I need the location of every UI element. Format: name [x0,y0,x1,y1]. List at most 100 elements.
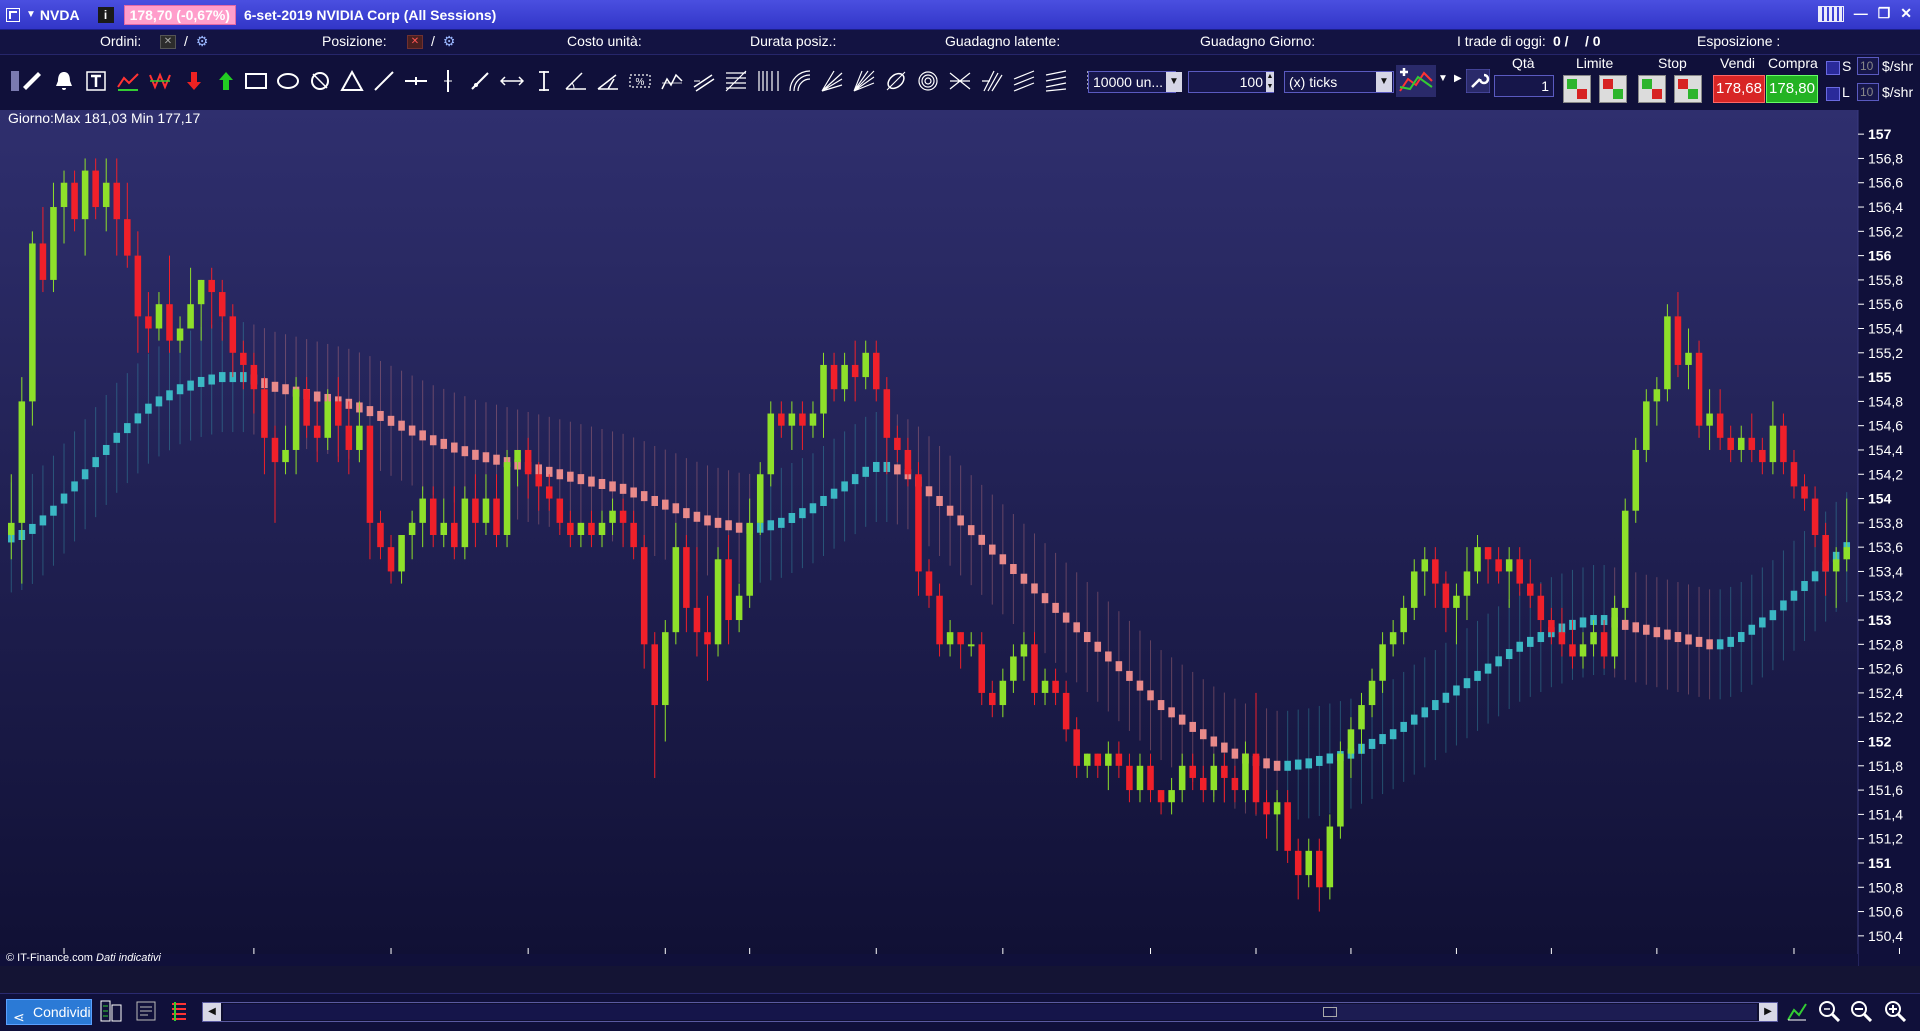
channel-tool-icon[interactable] [692,69,716,93]
fib-angle-tool-icon[interactable] [596,69,620,93]
zigzag-tool-icon[interactable] [148,69,172,93]
y-tick-label: 152,4 [1868,685,1903,701]
ma-point [809,503,817,514]
qty-input[interactable]: 1 [1494,75,1554,97]
limit-buy-button[interactable] [1563,75,1591,103]
stop-buy-button[interactable] [1638,75,1666,103]
horizontal-line-tool-icon[interactable] [404,69,428,93]
arrow-up-icon[interactable] [214,69,238,93]
triangle-tool-icon[interactable] [340,69,364,93]
sell-price-button[interactable]: 178,68 [1713,75,1765,103]
gann-fan-tool-icon[interactable] [852,69,876,93]
fib-retracement-tool-icon[interactable] [724,69,748,93]
scroll-left-icon[interactable]: ◀ [203,1003,221,1021]
fib-fan-tool-icon[interactable] [820,69,844,93]
scroll-thumb[interactable] [1333,1004,1757,1020]
ma-point [1442,692,1450,703]
add-indicator-icon[interactable] [1396,65,1436,97]
ma-point [387,415,395,426]
stop-sell-button[interactable] [1674,75,1702,103]
wrench-icon[interactable] [1465,68,1491,94]
ma-point [1105,651,1112,662]
y-tick-label: 153,8 [1868,515,1903,531]
vertical-line-tool-icon[interactable] [436,69,460,93]
symbol-label[interactable]: NVDA [40,7,80,23]
candle-body [1811,498,1819,535]
text-tool-icon[interactable] [84,69,108,93]
price-range-tool-icon[interactable] [532,69,556,93]
horizontal-scrollbar[interactable]: ◀ ▶ [202,1002,1778,1022]
zoom-in-icon[interactable] [1884,1000,1907,1023]
speed-lines-tool-icon[interactable] [948,69,972,93]
ruler-icon[interactable] [20,69,44,93]
ellipse-channel-tool-icon[interactable] [884,69,908,93]
position-values[interactable]: ✕ / ⚙ [397,33,457,50]
scroll-right-icon[interactable]: ▶ [1759,1003,1777,1021]
info-icon[interactable]: i [97,6,114,23]
pitchfork-tool-icon[interactable] [980,69,1004,93]
bell-icon[interactable] [52,69,76,93]
stepper-icon[interactable]: ▲ ▼ [1266,72,1274,92]
quantity-select[interactable]: 10000 un... [1088,71,1176,93]
minimize-icon[interactable]: — [1854,5,1868,22]
toolbar-grip[interactable] [3,69,19,93]
fib-time-tool-icon[interactable] [756,69,780,93]
limit-sell-button[interactable] [1599,75,1627,103]
extended-line-tool-icon[interactable] [499,69,525,93]
percent-tool-icon[interactable]: % [628,69,652,93]
close-icon[interactable]: ✕ [407,35,423,50]
close-icon[interactable]: ✕ [1900,5,1912,22]
chevron-down-icon[interactable]: ▼ [1438,73,1450,97]
unit-cost-label: Costo unità: [567,33,642,49]
ma-point [1126,670,1133,681]
candle-body [1368,680,1376,706]
parallel-lines-tool-icon[interactable] [1044,69,1068,93]
fib-arc-tool-icon[interactable] [788,69,812,93]
spiral-tool-icon[interactable] [916,69,940,93]
close-icon[interactable]: ✕ [160,35,176,50]
candle-body [1358,705,1365,730]
ellipse-tool-icon[interactable] [276,69,300,93]
l-checkbox[interactable] [1826,87,1840,101]
ticks-value-input[interactable]: 100 [1188,71,1274,93]
trendline-tool-icon[interactable] [372,69,396,93]
chart-tool-icon[interactable] [1786,1000,1808,1022]
keyboard-icon[interactable] [1817,6,1844,22]
candle-body [1210,765,1218,791]
regression-tool-icon[interactable] [1012,69,1036,93]
buy-price-button[interactable]: 178,80 [1766,75,1818,103]
ma-point [398,420,405,431]
s-checkbox[interactable] [1826,61,1840,75]
chart-layout-icon[interactable] [100,1000,122,1022]
s-qty-input[interactable]: 10 [1857,57,1879,75]
wave-tool-icon[interactable] [660,69,684,93]
share-button[interactable]: ⋖ Condividi [6,999,92,1025]
candle-body [1094,753,1102,766]
chart-canvas[interactable]: 157 156,8 156,6 156,4 156,2 156 155,8 155,6 155,… [0,110,1920,966]
circle-tool-icon[interactable] [308,69,332,93]
chevron-down-icon[interactable]: ▼ [1376,72,1392,92]
gear-icon[interactable]: ⚙ [196,34,210,48]
line-chart-tool-icon[interactable] [116,69,140,93]
scroll-grip-icon[interactable] [1323,1007,1337,1017]
orders-values[interactable]: ✕ / ⚙ [150,33,210,50]
angle-tool-icon[interactable] [564,69,588,93]
restore-icon[interactable]: ❐ [1878,5,1891,22]
ma-point [1505,649,1513,660]
zoom-out-icon[interactable] [1850,1000,1873,1023]
templates-icon[interactable] [135,1000,157,1022]
chevron-down-icon[interactable]: ▼ [26,9,36,20]
price-chart[interactable]: 157 156,8 156,6 156,4 156,2 156 155,8 155,6 155,… [0,110,1920,966]
rectangle-tool-icon[interactable] [244,69,268,93]
ray-tool-icon[interactable] [468,69,492,93]
chevron-right-icon[interactable]: ▶ [1454,73,1464,97]
window-icon[interactable] [6,7,20,22]
l-qty-input[interactable]: 10 [1857,83,1879,101]
zoom-auto-icon[interactable] [1818,1000,1841,1023]
candle-body [746,522,753,596]
gear-icon[interactable]: ⚙ [443,34,457,48]
window-title: 6-set-2019 NVIDIA Corp (All Sessions) [243,6,497,23]
arrow-down-icon[interactable] [182,69,206,93]
indicators-list-icon[interactable] [168,1000,190,1022]
chevron-down-icon[interactable]: ▼ [1166,72,1182,92]
